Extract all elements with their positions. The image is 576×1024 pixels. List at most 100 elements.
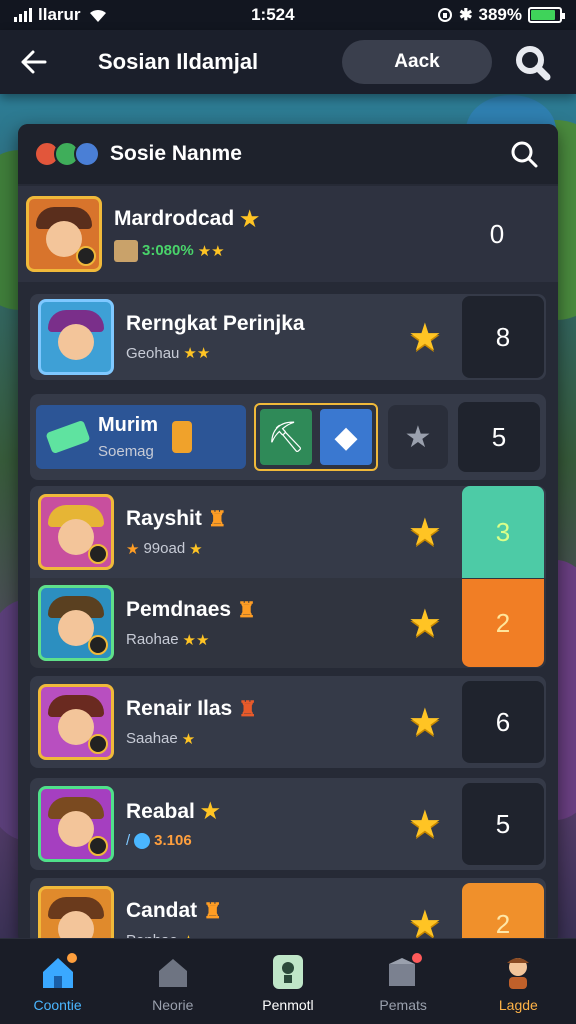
list-item[interactable]: Rayshit ♜ ★ 99oad ★ ★ 3 <box>30 486 546 578</box>
list-item[interactable]: Candat♜ Penhae★ ★ 2 <box>30 878 546 944</box>
battery-percent: 389% <box>478 5 522 24</box>
player-name: Candat <box>126 899 198 922</box>
equipment-slots: ⛏ ◆ <box>254 403 378 471</box>
rank-badge: 5 <box>462 783 544 865</box>
rank-badge: 6 <box>462 681 544 763</box>
box-icon <box>382 951 424 993</box>
battery-icon <box>528 7 565 23</box>
add-button[interactable]: Aack <box>342 40 492 84</box>
status-bar: llarur 1:524 ✱ 389% <box>0 0 576 30</box>
star-icon: ★★ <box>183 345 211 362</box>
empty-star-slot[interactable]: ★ <box>388 405 448 469</box>
pickaxe-icon[interactable]: ⛏ <box>260 409 312 465</box>
player-name: Rayshit <box>126 507 202 530</box>
player-stat: 99oad <box>143 540 186 557</box>
trophy-icon: ♜ <box>203 899 223 923</box>
medal-icon <box>134 832 151 849</box>
home-icon <box>37 951 79 993</box>
player-stat: 3:080% <box>142 242 194 259</box>
panel-title: Sosie Nanme <box>110 142 242 165</box>
sword-icon: / <box>126 832 131 849</box>
bottom-nav: Coontie Neorie Penmotl Pemats Lagde <box>0 938 576 1024</box>
star-icon: ★ <box>407 511 442 554</box>
list-item[interactable]: Reabal ★ /3.106 ★ 5 <box>30 778 546 870</box>
player-name: Renair Ilas <box>126 697 233 720</box>
star-icon: ★ <box>407 701 442 744</box>
rank-badge: 5 <box>458 402 540 472</box>
leaderboard-panel: Sosie Nanme Mardrodcad ★ 3:080% ★★ 0 Rerng… <box>18 124 558 944</box>
nav-label: Coontie <box>33 996 82 1013</box>
item-name: Murim <box>98 414 158 436</box>
player-stat: Raohae <box>126 631 179 648</box>
house-icon <box>152 951 194 993</box>
chest-icon <box>114 239 138 262</box>
star-icon: ★ <box>126 540 140 558</box>
avatar <box>38 299 114 375</box>
star-icon: ★★ <box>182 631 210 649</box>
currency-icons <box>34 141 100 167</box>
player-stat: 3.106 <box>154 832 192 849</box>
star-icon: ★ <box>240 207 260 231</box>
rank-badge: 8 <box>462 296 544 378</box>
item-card[interactable]: Murim Soemag <box>36 405 246 469</box>
star-icon: ★ <box>407 602 442 645</box>
profile-icon <box>267 951 309 993</box>
rank-badge: 2 <box>462 883 544 944</box>
avatar <box>38 494 114 570</box>
avatar <box>38 684 114 760</box>
wifi-icon <box>89 9 106 22</box>
player-stat: Geohau <box>126 344 180 362</box>
player-name: Mardrodcad <box>114 207 235 230</box>
trophy-icon: ♜ <box>238 697 258 721</box>
nav-label: Neorie <box>152 996 194 1013</box>
list-item[interactable]: Rerngkat Perinjka Geohau ★★ ★ 8 <box>30 294 546 380</box>
character-icon <box>497 951 539 993</box>
player-name: Rerngkat Perinjka <box>126 312 305 335</box>
lantern-icon <box>172 421 192 453</box>
page-title: Sosian Ildamjal <box>98 49 259 74</box>
search-icon <box>516 46 551 81</box>
nav-label: Penmotl <box>262 996 314 1013</box>
rank-badge: 2 <box>462 579 544 667</box>
nav-profile[interactable]: Penmotl <box>238 951 338 1013</box>
search-button[interactable] <box>502 40 562 84</box>
lock-rotation-icon <box>438 8 453 22</box>
back-button[interactable] <box>14 42 54 82</box>
crystal-icon[interactable]: ◆ <box>320 409 372 465</box>
avatar <box>38 786 114 862</box>
star-outline-icon: ★ <box>404 420 432 454</box>
nav-home[interactable]: Coontie <box>8 951 108 1013</box>
avatar <box>38 886 114 944</box>
rank-badge: 3 <box>462 486 544 578</box>
clock: 1:524 <box>251 5 295 24</box>
star-icon: ★ <box>407 316 442 359</box>
star-icon: ★ <box>189 540 203 558</box>
star-icon: ★★ <box>197 242 225 260</box>
list-item[interactable]: Renair Ilas ♜ Saahae ★ ★ 6 <box>30 676 546 768</box>
nav-label: Lagde <box>498 996 538 1013</box>
player-name: Pemdnaes <box>126 598 232 621</box>
list-item[interactable]: Mardrodcad ★ 3:080% ★★ 0 <box>18 186 558 282</box>
panel-search-button[interactable] <box>506 136 542 172</box>
bluetooth-icon: ✱ <box>459 7 473 24</box>
item-sub: Soemag <box>98 443 154 460</box>
player-name: Reabal <box>126 799 195 823</box>
nav-character[interactable]: Lagde <box>468 951 568 1013</box>
arrow-left-icon <box>21 50 47 74</box>
nav-label: Pemats <box>379 996 427 1013</box>
avatar <box>38 585 114 661</box>
blue-coin-icon <box>74 141 100 167</box>
list-item[interactable]: Pemdnaes ♜ Raohae ★★ ★ 2 <box>30 578 546 668</box>
panel-header: Sosie Nanme <box>18 124 558 184</box>
potion-icon <box>45 419 91 455</box>
nav-neighborhood[interactable]: Neorie <box>123 951 223 1013</box>
star-icon: ★ <box>181 730 196 748</box>
signal-icon <box>14 8 32 22</box>
list-item[interactable]: Murim Soemag ⛏ ◆ ★ 5 <box>30 394 546 480</box>
star-icon: ★ <box>200 800 220 823</box>
star-icon: ★ <box>407 803 442 846</box>
app-bar: Sosian Ildamjal Aack <box>0 30 576 94</box>
avatar <box>26 196 102 272</box>
nav-packs[interactable]: Pemats <box>353 951 453 1013</box>
trophy-icon: ♜ <box>237 598 256 622</box>
